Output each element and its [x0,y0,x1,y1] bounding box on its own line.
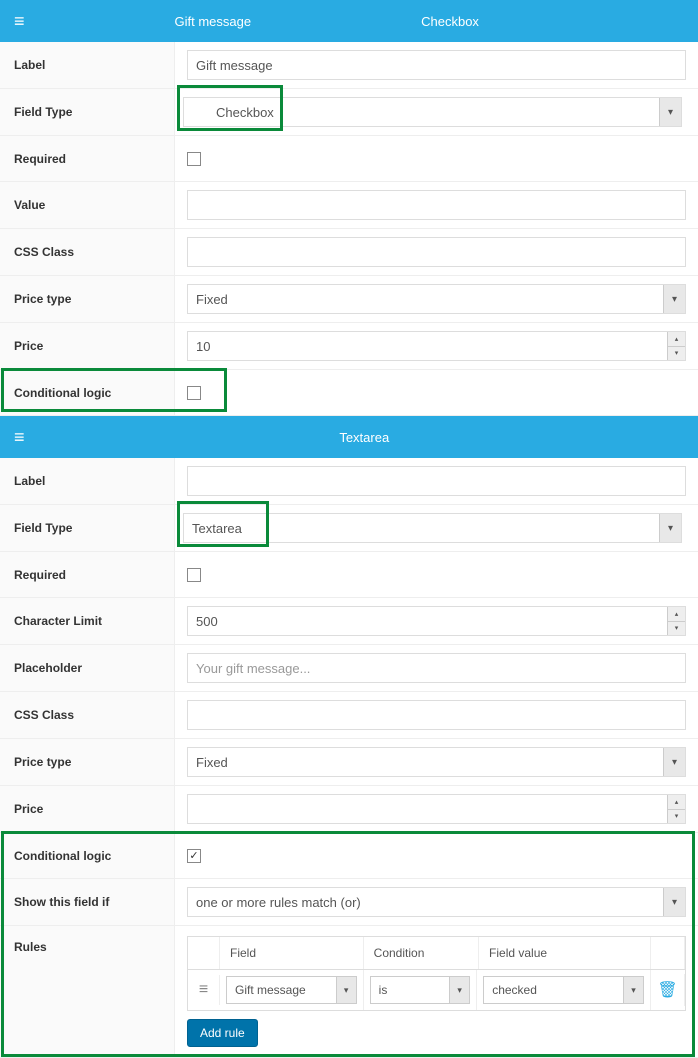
number-spinner[interactable]: ▴▾ [667,795,685,823]
drag-icon[interactable]: ≡ [14,11,25,32]
add-rule-button[interactable]: Add rule [187,1019,258,1047]
row-condlogic2: Conditional logic ✓ [0,833,698,879]
price-value: 10 [196,339,210,354]
chevron-down-icon: ▾ [663,888,685,916]
pricetype-select[interactable]: Fixed ▾ [187,284,686,314]
rule-val-select[interactable]: checked ▾ [483,976,644,1004]
condlogic2-label: Conditional logic [0,833,175,878]
cssclass-input[interactable] [187,237,686,267]
rule-cond-select[interactable]: is ▾ [370,976,471,1004]
rule-val-value: checked [492,983,537,997]
row-price: Price 10 ▴▾ [0,323,698,370]
showif-label: Show this field if [0,879,175,925]
row-fieldtype: Field Type Checkbox ▾ [0,89,698,136]
row-price2: Price ▴▾ [0,786,698,833]
row-required2: Required [0,552,698,598]
fieldtype2-select[interactable]: Textarea ▾ [183,513,682,543]
chevron-down-icon: ▾ [659,514,681,542]
cssclass2-label: CSS Class [0,692,175,738]
price2-label: Price [0,786,175,832]
number-spinner[interactable]: ▴▾ [667,332,685,360]
condlogic-checkbox[interactable] [187,386,201,400]
chevron-down-icon: ▾ [623,977,643,1003]
fieldtype2-label: Field Type [0,505,175,551]
panel2-header[interactable]: ≡ Textarea [0,416,698,458]
row-pricetype2: Price type Fixed ▾ [0,739,698,786]
row-showif: Show this field if one or more rules mat… [0,879,698,926]
label2-label: Label [0,458,175,504]
required2-label: Required [0,552,175,597]
rules-hdr-val: Field value [479,937,651,969]
showif-value: one or more rules match (or) [196,895,361,910]
panel1-title: Gift message [175,14,252,29]
chevron-down-icon: ▾ [659,98,681,126]
cssclass-label: CSS Class [0,229,175,275]
cssclass2-input[interactable] [187,700,686,730]
panel2-type: Textarea [339,430,389,445]
row-rules: Rules Field Condition Field value ≡ Gift… [0,926,698,1058]
rules-hdr-cond: Condition [364,937,479,969]
rules-header: Field Condition Field value [187,936,686,970]
pricetype2-select[interactable]: Fixed ▾ [187,747,686,777]
label-input[interactable]: Gift message [187,50,686,80]
fieldtype-value: Checkbox [216,105,274,120]
charlimit-value: 500 [196,614,218,629]
row-label: Label Gift message [0,42,698,89]
number-spinner[interactable]: ▴▾ [667,607,685,635]
value-input[interactable] [187,190,686,220]
required2-checkbox[interactable] [187,568,201,582]
row-required: Required [0,136,698,182]
placeholder-label: Placeholder [0,645,175,691]
row-cssclass: CSS Class [0,229,698,276]
chevron-down-icon: ▾ [336,977,356,1003]
pricetype-label: Price type [0,276,175,322]
trash-icon[interactable]: 🗑 [657,980,677,1000]
rule-field-value: Gift message [235,983,306,997]
row-fieldtype2: Field Type Textarea ▾ [0,505,698,552]
rule-row: ≡ Gift message ▾ is ▾ checked [187,970,686,1011]
chevron-down-icon: ▾ [449,977,469,1003]
required-checkbox[interactable] [187,152,201,166]
showif-select[interactable]: one or more rules match (or) ▾ [187,887,686,917]
condlogic-label: Conditional logic [0,370,175,415]
row-value: Value [0,182,698,229]
condlogic2-checkbox[interactable]: ✓ [187,849,201,863]
value-label: Value [0,182,175,228]
rule-field-select[interactable]: Gift message ▾ [226,976,357,1004]
placeholder-input[interactable]: Your gift message... [187,653,686,683]
row-cssclass2: CSS Class [0,692,698,739]
label2-input[interactable] [187,466,686,496]
drag-icon[interactable]: ≡ [14,427,25,448]
required-label: Required [0,136,175,181]
chevron-down-icon: ▾ [663,748,685,776]
price-label: Price [0,323,175,369]
fieldtype2-value: Textarea [192,521,242,536]
row-condlogic: Conditional logic [0,370,698,416]
panel1-header[interactable]: ≡ Gift message Checkbox [0,0,698,42]
fieldtype-label: Field Type [0,89,175,135]
price2-input[interactable]: ▴▾ [187,794,686,824]
pricetype2-label: Price type [0,739,175,785]
rules-label: Rules [0,926,175,1057]
row-pricetype: Price type Fixed ▾ [0,276,698,323]
rules-hdr-field: Field [220,937,364,969]
rules-table: Field Condition Field value ≡ Gift messa… [187,936,686,1011]
pricetype-value: Fixed [196,292,228,307]
label-label: Label [0,42,175,88]
charlimit-input[interactable]: 500 ▴▾ [187,606,686,636]
chevron-down-icon: ▾ [663,285,685,313]
row-charlimit: Character Limit 500 ▴▾ [0,598,698,645]
price-input[interactable]: 10 ▴▾ [187,331,686,361]
pricetype2-value: Fixed [196,755,228,770]
charlimit-label: Character Limit [0,598,175,644]
drag-icon[interactable]: ≡ [188,975,220,1005]
fieldtype-select[interactable]: Checkbox ▾ [183,97,682,127]
row-label2: Label [0,458,698,505]
panel1-type: Checkbox [421,14,479,29]
rule-cond-value: is [379,983,388,997]
row-placeholder: Placeholder Your gift message... [0,645,698,692]
